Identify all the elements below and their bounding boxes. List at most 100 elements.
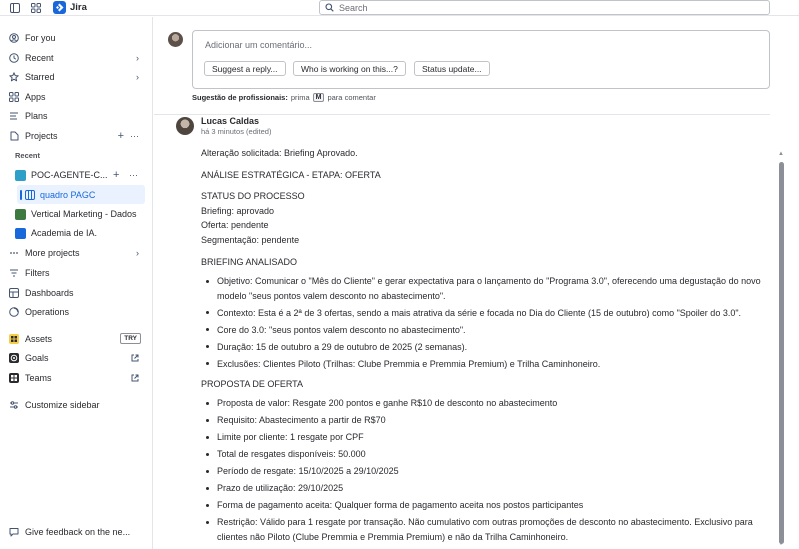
- sidebar-item-starred[interactable]: Starred ›: [0, 67, 153, 86]
- app-switcher-icon[interactable]: [30, 2, 42, 14]
- briefing-list: Objetivo: Comunicar o "Mês do Cliente" e…: [201, 274, 761, 371]
- list-item: Período de resgate: 15/10/2025 a 29/10/2…: [201, 464, 761, 479]
- sidebar-item-goals[interactable]: Goals: [0, 348, 153, 367]
- sidebar-item-plans[interactable]: Plans: [0, 106, 153, 125]
- sidebar-toggle-icon[interactable]: [9, 2, 21, 14]
- comment-author[interactable]: Lucas Caldas: [201, 116, 259, 126]
- star-icon: [9, 71, 19, 82]
- search-placeholder: Search: [339, 2, 368, 13]
- more-projects-icon: [9, 248, 19, 258]
- list-item: Limite por cliente: 1 resgate por CPF: [201, 430, 761, 445]
- project-vertical-marketing[interactable]: Vertical Marketing - Dados: [15, 205, 147, 223]
- project-label: Vertical Marketing - Dados: [31, 209, 137, 219]
- comment-heading: BRIEFING ANALISADO: [201, 256, 298, 267]
- sidebar-item-apps[interactable]: Apps: [0, 87, 153, 106]
- comment-heading: PROPOSTA DE OFERTA: [201, 378, 304, 389]
- keyboard-shortcut: M: [312, 93, 325, 102]
- who-is-working-button[interactable]: Who is working on this...?: [293, 61, 406, 76]
- list-item: Objetivo: Comunicar o "Mês do Cliente" e…: [201, 274, 761, 303]
- sidebar-item-teams[interactable]: Teams: [0, 368, 153, 387]
- project-academia-ia[interactable]: Academia de IA.: [15, 224, 147, 242]
- more-options-icon[interactable]: ···: [129, 170, 138, 180]
- comment-editor[interactable]: Adicionar um comentário... Suggest a rep…: [192, 30, 770, 89]
- scrollbar-thumb[interactable]: [779, 162, 784, 544]
- add-icon[interactable]: +: [113, 169, 119, 181]
- comment-body: Alteração solicitada: Briefing Aprovado.…: [201, 146, 761, 547]
- list-item: Restrição: Válido para 1 resgate por tra…: [201, 515, 761, 544]
- sidebar-item-label: Recent: [25, 52, 54, 63]
- sidebar-item-label: Customize sidebar: [25, 399, 100, 410]
- sidebar-item-recent[interactable]: Recent ›: [0, 48, 153, 67]
- scroll-down-arrow-icon[interactable]: ▼: [778, 541, 784, 547]
- sidebar-item-customize[interactable]: Customize sidebar: [0, 395, 153, 414]
- comment-line: Briefing: aprovado: [201, 205, 275, 216]
- sidebar-item-more-projects[interactable]: More projects ›: [0, 243, 153, 262]
- suggest-reply-button[interactable]: Suggest a reply...: [204, 61, 286, 76]
- project-label: POC-AGENTE-C...: [31, 170, 108, 180]
- teams-icon: [9, 372, 19, 383]
- chevron-right-icon[interactable]: ›: [136, 53, 139, 63]
- chevron-right-icon[interactable]: ›: [136, 248, 139, 258]
- sidebar-item-for-you[interactable]: For you: [0, 28, 153, 47]
- pro-tip-label: Sugestão de profissionais:: [192, 93, 288, 102]
- status-update-button[interactable]: Status update...: [414, 61, 490, 76]
- sidebar-item-label: Assets: [25, 333, 53, 344]
- sidebar-item-label: More projects: [25, 247, 80, 258]
- recent-section-label: Recent: [15, 151, 41, 160]
- project-poc-agente[interactable]: POC-AGENTE-C... + ···: [15, 166, 147, 184]
- comment-heading: ANÁLISE ESTRATÉGICA - ETAPA: OFERTA: [201, 169, 381, 180]
- goals-icon: [9, 352, 19, 363]
- sidebar-item-label: Filters: [25, 267, 50, 278]
- sidebar-item-label: Starred: [25, 71, 55, 82]
- issue-activity-panel: Adicionar um comentário... Suggest a rep…: [154, 17, 799, 549]
- sidebar-item-label: For you: [25, 32, 56, 43]
- comment-timestamp: há 3 minutos (edited): [201, 127, 272, 136]
- external-link-icon: [131, 374, 139, 382]
- sidebar-item-operations[interactable]: Operations: [0, 302, 153, 321]
- list-item: Requisito: Abastecimento a partir de R$7…: [201, 413, 761, 428]
- pro-tip-text: prima: [290, 93, 310, 102]
- avatar: [176, 117, 194, 135]
- projects-icon: [9, 131, 19, 141]
- divider: [154, 114, 770, 115]
- selected-indicator: [20, 189, 22, 200]
- list-item: Forma de pagamento aceita: Qualquer form…: [201, 498, 761, 513]
- search-input[interactable]: Search: [319, 0, 770, 15]
- board-label: quadro PAGC: [40, 189, 96, 200]
- filter-icon: [9, 268, 19, 278]
- user-circle-icon: [9, 32, 19, 43]
- chevron-right-icon[interactable]: ›: [136, 72, 139, 82]
- sidebar-item-label: Teams: [25, 372, 52, 383]
- project-avatar-icon: [15, 169, 26, 181]
- sidebar-item-label: Apps: [25, 91, 46, 102]
- pro-tip-text: para comentar: [327, 93, 376, 102]
- app-name: Jira: [70, 2, 87, 13]
- jira-home-link[interactable]: Jira: [53, 1, 87, 14]
- search-icon: [325, 3, 334, 12]
- sidebar-item-projects[interactable]: Projects + ···: [0, 126, 153, 145]
- sidebar-feedback-link[interactable]: Give feedback on the ne...: [0, 522, 153, 541]
- board-quadro-pagc[interactable]: quadro PAGC: [17, 185, 145, 204]
- comment-input[interactable]: Adicionar um comentário...: [205, 40, 312, 50]
- avatar: [168, 32, 183, 47]
- scroll-up-arrow-icon[interactable]: ▲: [778, 151, 784, 157]
- sidebar-item-label: Plans: [25, 110, 48, 121]
- comment-line: Oferta: pendente: [201, 220, 269, 231]
- sidebar-item-dashboards[interactable]: Dashboards: [0, 283, 153, 302]
- operations-icon: [9, 306, 19, 317]
- dashboard-icon: [9, 287, 19, 298]
- list-item: Exclusões: Clientes Piloto (Trilhas: Clu…: [201, 357, 761, 372]
- project-label: Academia de IA.: [31, 228, 98, 238]
- sidebar-item-label: Goals: [25, 352, 49, 363]
- apps-icon: [9, 91, 19, 102]
- board-icon: [25, 189, 35, 200]
- comment-pro-tip: Sugestão de profissionais: prima M para …: [192, 93, 376, 102]
- more-options-icon[interactable]: ···: [130, 131, 139, 141]
- list-item: Core do 3.0: "seus pontos valem desconto…: [201, 323, 761, 338]
- offer-list: Proposta de valor: Resgate 200 pontos e …: [201, 396, 761, 544]
- sidebar-item-label: Operations: [25, 306, 70, 317]
- sidebar-item-assets[interactable]: Assets TRY: [0, 329, 153, 348]
- add-project-icon[interactable]: +: [118, 130, 124, 142]
- try-badge: TRY: [120, 333, 141, 344]
- sidebar-item-filters[interactable]: Filters: [0, 263, 153, 282]
